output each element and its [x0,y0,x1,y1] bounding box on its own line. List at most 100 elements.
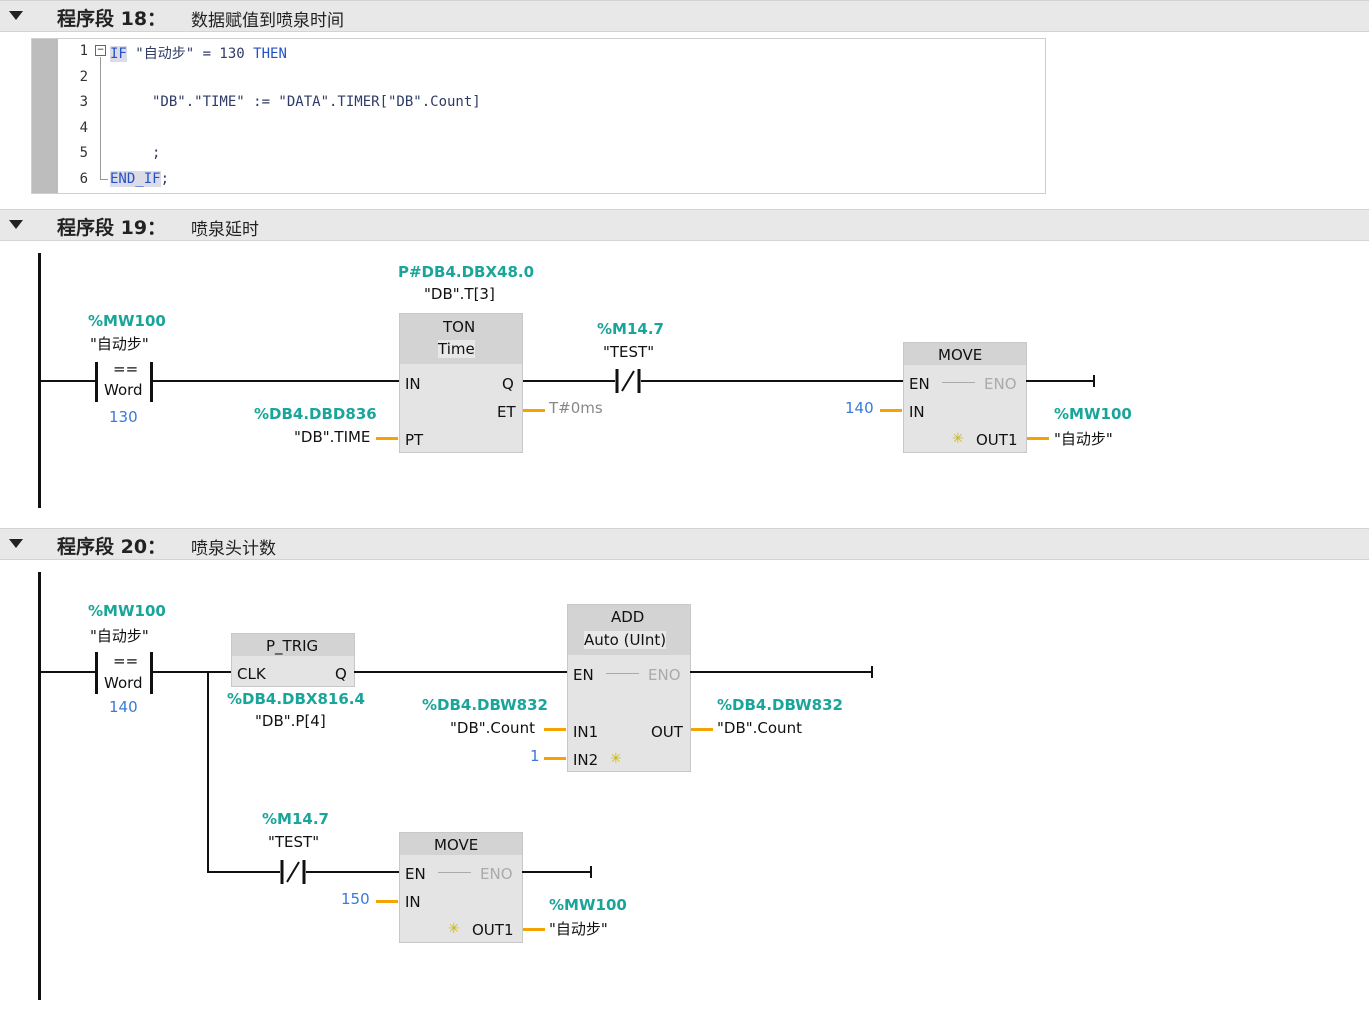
compare-value[interactable]: 140 [109,698,138,716]
move-block[interactable]: MOVE EN ENO IN ✳ OUT1 [903,342,1027,453]
pin-in1: IN1 [573,723,599,741]
move-out-name[interactable]: "自动步" [1054,428,1113,449]
line-number: 2 [79,69,88,85]
wire [207,871,280,873]
block-type[interactable]: Auto (UInt) [584,631,667,649]
pin-clk: CLK [237,665,266,683]
wire-end [871,666,873,678]
param-wire [376,900,398,903]
pin-en: EN [573,666,594,684]
segment-19-header[interactable]: 程序段 19： 喷泉延时 [0,209,1369,241]
wire [40,671,96,673]
normally-closed-contact[interactable] [614,369,642,393]
line-number: 5 [79,145,88,161]
pin-in2: IN2 [573,751,599,769]
param-wire [544,728,566,731]
pin-eno: ENO [984,375,1017,393]
move-out-address[interactable]: %MW100 [1054,405,1132,423]
contact-name[interactable]: "TEST" [268,833,319,851]
wire [690,671,872,673]
power-rail [38,572,41,1000]
add-pin-star-icon[interactable]: ✳ [448,921,460,937]
fold-minus-icon[interactable]: − [95,45,106,56]
segment-comment[interactable]: 喷泉头计数 [191,534,276,559]
wire-end [1093,375,1095,387]
compare-operand-name[interactable]: "自动步" [90,333,149,354]
segment-18-header[interactable]: 程序段 18： 数据赋值到喷泉时间 [0,0,1369,32]
in1-address[interactable]: %DB4.DBW832 [422,696,548,714]
segment-title: 程序段 19： [57,217,167,239]
branch-wire [207,671,209,873]
code-line-1[interactable]: IF "自动步" = 130 THEN [110,43,287,63]
segment-20-header[interactable]: 程序段 20： 喷泉头计数 [0,528,1369,560]
add-pin-star-icon[interactable]: ✳ [610,751,622,767]
segment-title: 程序段 20： [57,536,167,558]
in2-value[interactable]: 1 [530,747,540,765]
code-condition: "自动步" = 130 [126,46,254,62]
collapse-triangle-icon[interactable] [9,220,23,229]
ton-instance-name[interactable]: "DB".T[3] [424,285,495,303]
pin-en: EN [909,375,930,393]
block-title: MOVE [434,836,479,854]
out-name[interactable]: "DB".Count [717,719,802,737]
compare-operator: == [113,652,139,670]
wire [40,380,96,382]
code-line-3[interactable]: "DB"."TIME" := "DATA".TIMER["DB".Count] [152,94,481,110]
pt-address[interactable]: %DB4.DBD836 [254,405,377,423]
et-value[interactable]: T#0ms [549,399,603,417]
line-number: 6 [79,171,88,187]
pt-name[interactable]: "DB".TIME [294,428,370,446]
line-number: 4 [79,120,88,136]
compare-value[interactable]: 130 [109,408,138,426]
block-title: ADD [611,608,645,626]
code-line-6[interactable]: END_IF; [110,171,169,187]
move-block[interactable]: MOVE EN ENO IN ✳ OUT1 [399,832,523,943]
move-in-value[interactable]: 150 [341,890,370,908]
compare-operand-name[interactable]: "自动步" [90,625,149,646]
en-eno-line [942,382,975,383]
contact-bar-right [150,362,153,402]
contact-address[interactable]: %M14.7 [597,320,664,338]
en-eno-line [606,673,639,674]
wire [354,671,567,673]
in1-name[interactable]: "DB".Count [450,719,535,737]
contact-name[interactable]: "TEST" [603,343,654,361]
segment-title: 程序段 18： [57,8,167,30]
contact-bar-left [95,362,98,402]
collapse-triangle-icon[interactable] [9,539,23,548]
ton-instance-address[interactable]: P#DB4.DBX48.0 [398,263,534,281]
add-block[interactable]: ADD Auto (UInt) EN ENO IN1 OUT IN2 ✳ [567,604,691,772]
compare-operand-address[interactable]: %MW100 [88,312,166,330]
ton-timer-block[interactable]: TON Time IN Q ET PT [399,313,523,453]
block-title: P_TRIG [266,637,319,655]
param-wire [691,728,713,731]
add-pin-star-icon[interactable]: ✳ [952,431,964,447]
pin-out1: OUT1 [472,921,514,939]
p-trig-block[interactable]: P_TRIG CLK Q [231,633,355,687]
compare-type[interactable]: Word [104,381,143,399]
compare-type[interactable]: Word [104,674,143,692]
block-type[interactable]: Time [438,340,475,358]
move-out-name[interactable]: "自动步" [549,918,608,939]
pin-in: IN [405,375,421,393]
move-in-value[interactable]: 140 [845,399,874,417]
normally-closed-contact[interactable] [279,860,307,884]
pin-in: IN [405,893,421,911]
scl-code-editor[interactable]: 1 2 3 4 5 6 − IF "自动步" = 130 THEN "DB"."… [31,38,1046,194]
segment-comment[interactable]: 喷泉延时 [191,215,259,240]
code-line-5[interactable]: ; [152,145,160,161]
move-out-address[interactable]: %MW100 [549,896,627,914]
p-trig-name[interactable]: "DB".P[4] [255,712,326,730]
p-trig-address[interactable]: %DB4.DBX816.4 [227,690,365,708]
wire [523,380,615,382]
keyword-then: THEN [253,46,287,62]
keyword-end-if: END_IF [110,171,161,187]
segment-comment[interactable]: 数据赋值到喷泉时间 [191,6,344,31]
collapse-triangle-icon[interactable] [9,11,23,20]
out-address[interactable]: %DB4.DBW832 [717,696,843,714]
pin-pt: PT [405,431,424,449]
wire [522,871,592,873]
wire [153,380,400,382]
contact-address[interactable]: %M14.7 [262,810,329,828]
compare-operand-address[interactable]: %MW100 [88,602,166,620]
